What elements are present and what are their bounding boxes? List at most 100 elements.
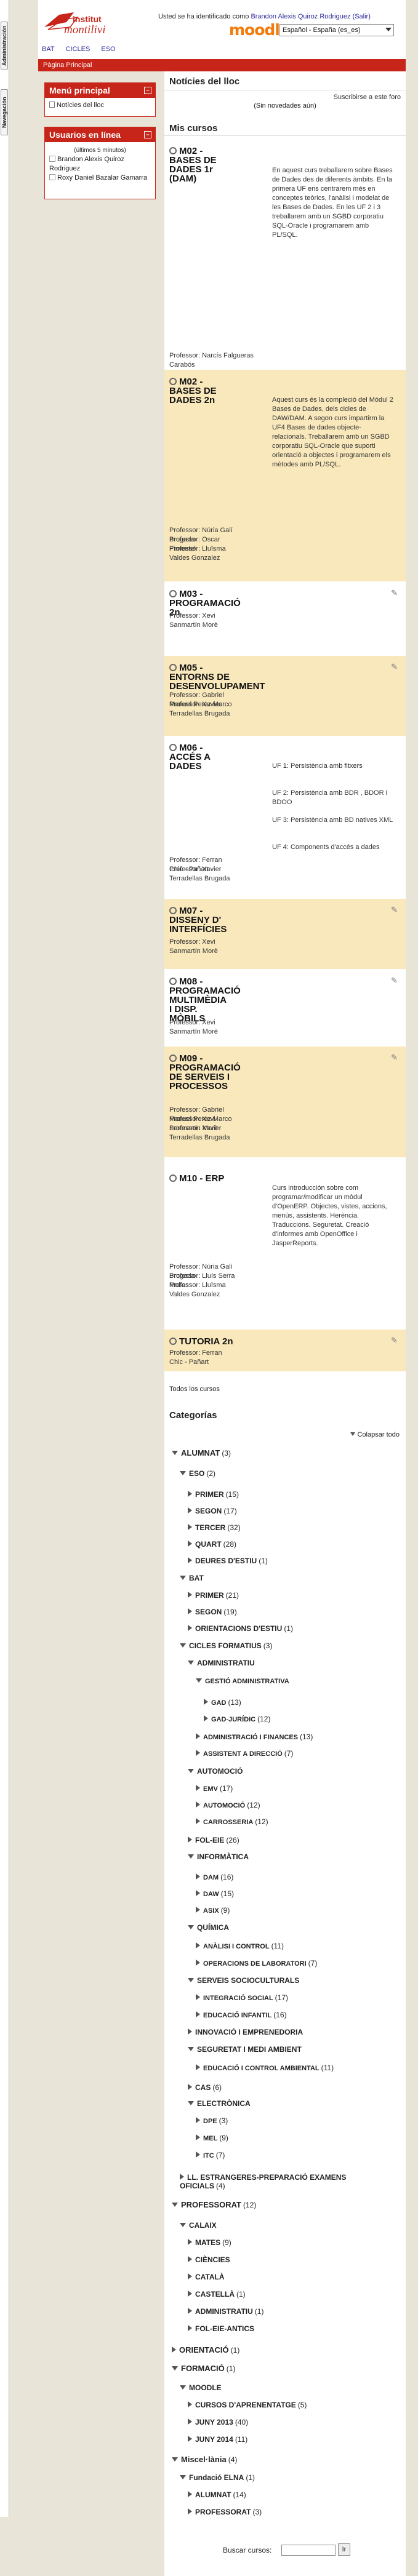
institut-logo[interactable]: institut montilivi [42,9,116,39]
category-item[interactable]: ANÀLISI I CONTROL (11) [196,1942,284,1950]
category-item[interactable]: ORIENTACIÓ (1) [172,2345,239,2355]
category-item[interactable]: AUTOMOCIÓ (12) [196,1801,260,1809]
all-courses-link[interactable]: Todos los cursos [169,1386,220,1393]
collapse-icon[interactable]: − [144,131,151,138]
category-item[interactable]: ALUMNAT (3) [172,1448,231,1457]
category-item[interactable]: PRIMER (21) [188,1591,239,1600]
search-input[interactable] [281,2545,336,2556]
course-title-link[interactable]: M05 - ENTORNS DE DESENVOLUPAMENT [169,663,265,691]
category-item[interactable]: PRIMER (15) [188,1490,239,1499]
category-item[interactable]: Fundació ELNA (1) [180,2473,255,2482]
chevron-right-icon [188,1836,192,1843]
category-item[interactable]: FOL-EIE-ANTICS [188,2324,254,2333]
category-item[interactable]: GAD-JURÍDIC (12) [204,1715,270,1723]
category-item[interactable]: SEGON (17) [188,1507,237,1515]
category-item[interactable]: DEURES D'ESTIU (1) [188,1557,268,1565]
breadcrumb-home[interactable]: Pàgina Principal [43,62,92,69]
category-item[interactable]: INTEGRACIÓ SOCIAL (17) [196,1993,288,2002]
course-title-link[interactable]: M02 - BASES DE DADES 1r (DAM) [169,146,231,183]
category-item[interactable]: DAM (16) [196,1873,233,1881]
category-item[interactable]: TERCER (32) [188,1523,241,1532]
category-item[interactable]: CARROSSERIA (12) [196,1817,268,1826]
course-title-link[interactable]: M02 - BASES DE DADES 2n [169,377,231,405]
dock-tab-administration[interactable]: Administración [1,22,8,70]
category-item[interactable]: CASTELLÀ (1) [188,2290,246,2299]
search-button[interactable]: Ir [338,2543,350,2556]
category-item[interactable]: FOL-EIE (26) [188,1836,239,1844]
category-item[interactable]: BAT [180,1574,204,1582]
category-name: DEURES D'ESTIU [195,1557,257,1565]
course-title-link[interactable]: M07 - DISSENY D' INTERFÍCIES [169,906,231,934]
category-item[interactable]: ELECTRÒNICA [188,2099,251,2108]
collapse-all-link[interactable]: Colapsar todo [350,1431,400,1438]
category-item[interactable]: Miscel·lània (4) [172,2455,237,2464]
login-user-link[interactable]: Brandon Alexis Quiroz Rodriguez [251,13,350,20]
custom-menu-eso[interactable]: ESO [101,46,115,53]
category-item[interactable]: DAW (15) [196,1889,234,1898]
course-title-link[interactable]: M08 - PROGRAMACIÓ MULTIMÈDIA I DISP. MÒB… [169,977,241,1023]
online-user[interactable]: Roxy Daniel Bazalar Gamarra [57,174,147,181]
language-select[interactable]: Español - España (es_es) [279,24,394,36]
category-item[interactable]: ADMINISTRACIÓ I FINANCES (13) [196,1733,313,1741]
category-item[interactable]: MOODLE [180,2383,222,2392]
category-item[interactable]: PROFESSORAT (12) [172,2200,256,2209]
category-item[interactable]: GAD (13) [204,1698,241,1707]
category-item[interactable]: CICLES FORMATIUS (3) [180,1641,272,1650]
category-item[interactable]: ADMINISTRATIU (1) [188,2307,263,2316]
category-item[interactable]: INFORMÀTICA [188,1852,249,1861]
category-item[interactable]: OPERACIONS DE LABORATORI (7) [196,1959,317,1968]
summary-info-icon[interactable]: ✎ [391,905,400,914]
collapse-icon[interactable]: − [144,87,151,94]
category-item[interactable]: FORMACIÓ (1) [172,2364,235,2373]
summary-info-icon[interactable]: ✎ [391,1053,400,1062]
category-count: (3) [222,1449,231,1457]
category-item[interactable]: PROFESSORAT (3) [188,2508,262,2516]
dock-tab-navigation[interactable]: Navegación [1,89,8,135]
custom-menu-bat[interactable]: BAT [42,46,55,53]
course-entry: TUTORIA 2n ✎ Professor: Ferran Chic - Paña… [164,1330,406,1371]
summary-info-icon[interactable]: ✎ [391,976,400,985]
category-item[interactable]: DPE (3) [196,2116,228,2125]
category-item[interactable]: CURSOS D'APRENENTATGE (5) [188,2401,307,2409]
category-item[interactable]: EDUCACIÓ I CONTROL AMBIENTAL (11) [196,2064,393,2072]
logout-link[interactable]: (Salir) [353,13,371,20]
course-title-link[interactable]: M10 - ERP [169,1174,231,1183]
course-title-link[interactable]: M06 - ACCÉS A DADES [169,743,231,771]
category-item[interactable]: ASIX (9) [196,1906,230,1915]
category-item[interactable]: QUÍMICA [188,1923,229,1932]
summary-info-icon[interactable]: ✎ [391,588,400,597]
category-item[interactable]: MEL (9) [196,2134,228,2142]
category-item[interactable]: CATALÀ [188,2273,225,2281]
category-item[interactable]: SERVEIS SOCIOCULTURALS [188,1976,299,1985]
summary-info-icon[interactable]: ✎ [391,662,400,671]
category-item[interactable]: CAS (6) [188,2083,222,2092]
online-user[interactable]: Brandon Alexis Quiroz Rodriguez [49,156,124,172]
category-item[interactable]: LL. ESTRANGERES-PREPARACIÓ EXAMENS OFICI… [180,2173,393,2190]
category-item[interactable]: ASSISTENT A DIRECCIÓ (7) [196,1749,293,1758]
category-item[interactable]: SEGON (19) [188,1608,237,1616]
category-item[interactable]: ITC (7) [196,2151,225,2159]
category-item[interactable]: GESTIÓ ADMINISTRATIVA [196,1678,289,1685]
block-link-site-news[interactable]: Notícies del lloc [57,102,104,109]
category-item[interactable]: AUTOMOCIÓ [188,1767,243,1776]
category-item[interactable]: EMV (17) [196,1784,233,1793]
summary-info-icon[interactable]: ✎ [391,1336,400,1345]
category-item[interactable]: ESO (2) [180,1469,215,1478]
category-item[interactable]: ADMINISTRATIU [188,1659,255,1667]
category-item[interactable]: QUART (28) [188,1540,236,1549]
category-item[interactable]: JUNY 2014 (11) [188,2435,247,2444]
category-item[interactable]: SEGURETAT I MEDI AMBIENT [188,2045,302,2054]
category-item[interactable]: CALAIX [180,2221,217,2230]
custom-menu-cicles[interactable]: CICLES [66,46,90,53]
category-item[interactable]: EDUCACIÓ INFANTIL (16) [196,2011,287,2019]
course-title-link[interactable]: M09 - PROGRAMACIÓ DE SERVEIS I PROCESSOS [169,1054,241,1091]
category-item[interactable]: CIÈNCIES [188,2255,230,2264]
category-item[interactable]: MATES (9) [188,2238,231,2247]
category-item[interactable]: INNOVACIÓ I EMPRENEDORIA [188,2028,303,2036]
subscribe-link[interactable]: Suscribirse a este foro [334,94,401,101]
category-item[interactable]: ALUMNAT (14) [188,2490,246,2499]
category-item[interactable]: JUNY 2013 (40) [188,2418,248,2426]
category-count: (40) [235,2418,249,2426]
course-title-link[interactable]: TUTORIA 2n [169,1337,243,1346]
category-item[interactable]: ORIENTACIONS D'ESTIU (1) [188,1624,293,1633]
